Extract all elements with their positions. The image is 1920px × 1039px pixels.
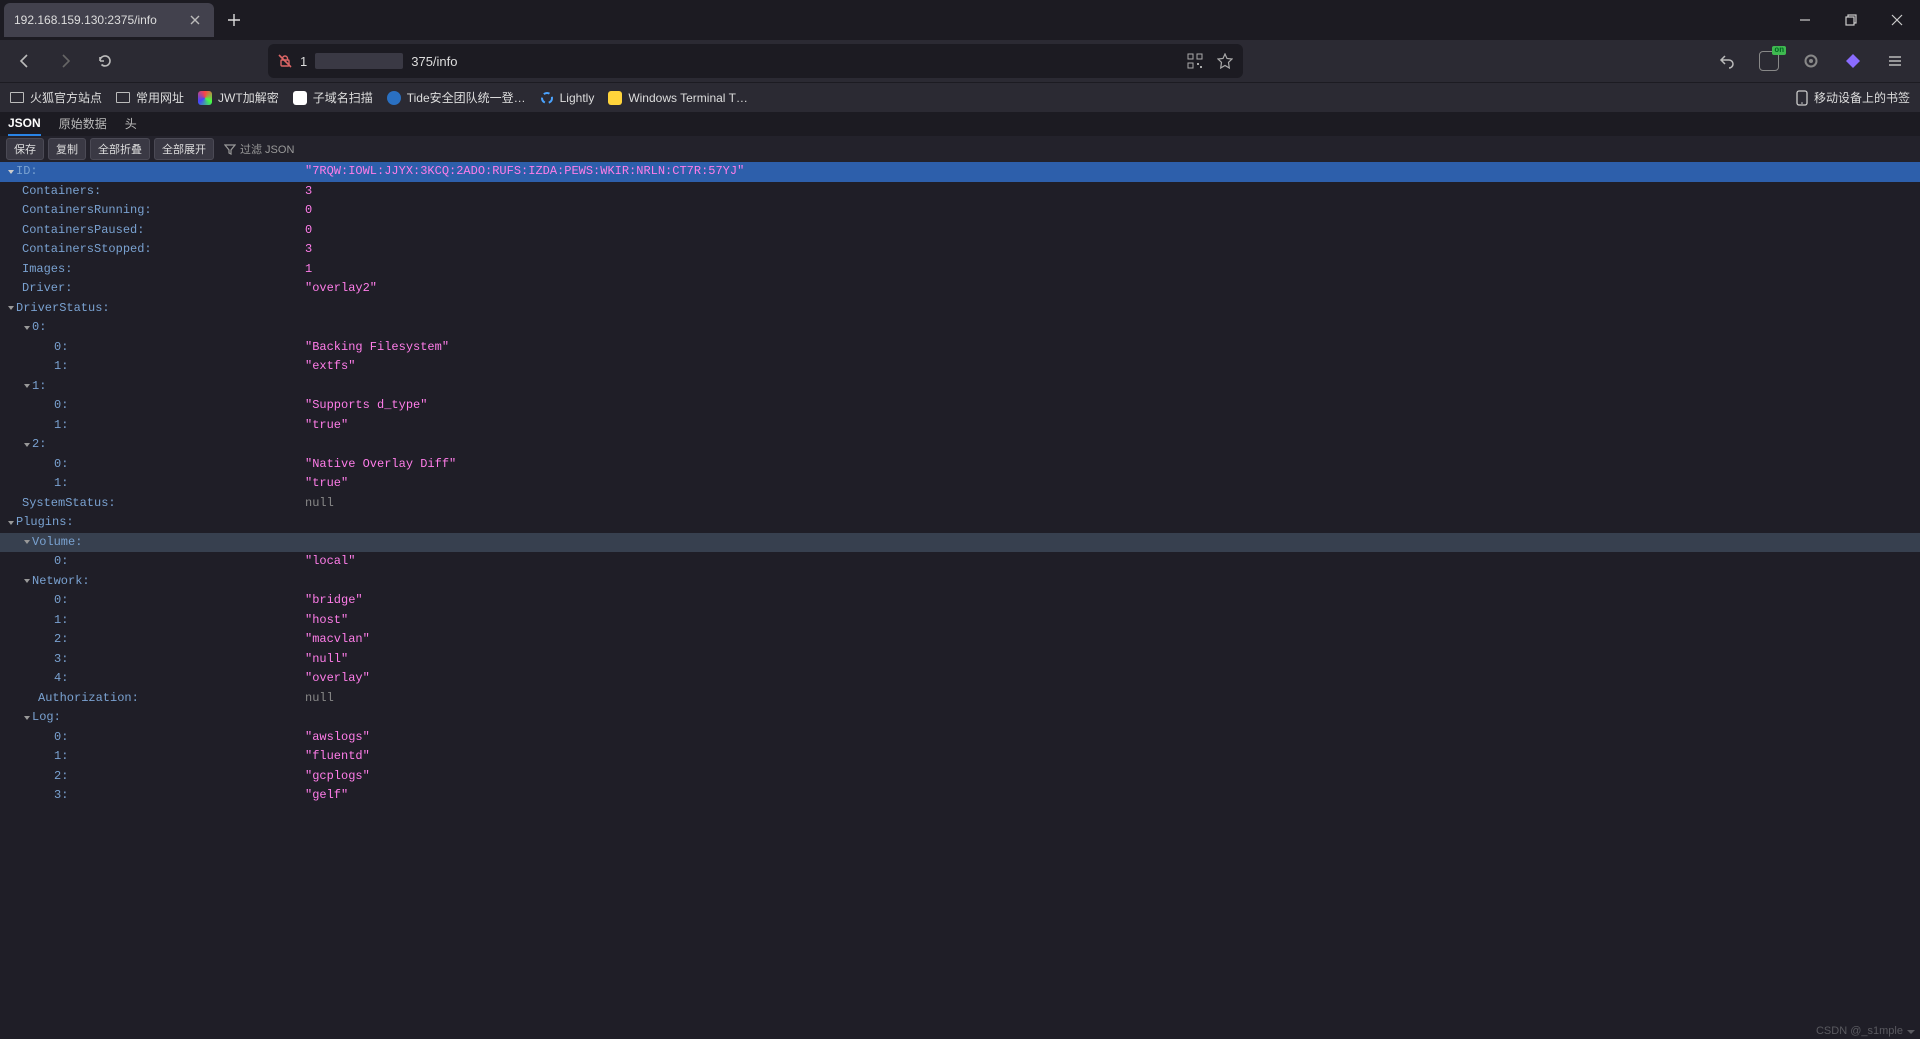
bookmark-item[interactable]: JWT加解密	[198, 89, 279, 106]
tab-raw-data[interactable]: 原始数据	[59, 115, 107, 136]
url-bar[interactable]: 1 375/info	[268, 44, 1243, 78]
back-button[interactable]	[8, 44, 42, 78]
mobile-icon	[1796, 90, 1808, 106]
forward-button[interactable]	[48, 44, 82, 78]
insecure-lock-icon	[278, 54, 292, 68]
json-row[interactable]: 1"host"	[0, 611, 1920, 631]
json-row[interactable]: Images1	[0, 260, 1920, 280]
filter-json[interactable]: 过滤 JSON	[224, 141, 294, 157]
nav-toolbar: 1 375/info	[0, 40, 1920, 82]
json-row[interactable]: 3"null"	[0, 650, 1920, 670]
json-row[interactable]: ContainersRunning0	[0, 201, 1920, 221]
json-row[interactable]: Authorizationnull	[0, 689, 1920, 709]
twisty-icon[interactable]	[22, 441, 32, 449]
json-row[interactable]: 0"local"	[0, 552, 1920, 572]
bookmark-folder[interactable]: 常用网址	[116, 89, 184, 106]
close-icon[interactable]	[186, 11, 204, 29]
twisty-icon[interactable]	[22, 577, 32, 585]
twisty-icon[interactable]	[6, 304, 16, 312]
minimize-icon[interactable]	[1782, 0, 1828, 40]
favicon-icon	[540, 91, 554, 105]
json-row[interactable]: 1"true"	[0, 416, 1920, 436]
json-row[interactable]: 0"Native Overlay Diff"	[0, 455, 1920, 475]
reload-button[interactable]	[88, 44, 122, 78]
bookmark-mobile[interactable]: 移动设备上的书签	[1796, 89, 1910, 106]
url-text-1: 1	[300, 54, 307, 69]
twisty-icon[interactable]	[22, 538, 32, 546]
json-row[interactable]: 0	[0, 318, 1920, 338]
favicon-icon	[198, 91, 212, 105]
close-window-icon[interactable]	[1874, 0, 1920, 40]
qr-code-icon[interactable]	[1187, 53, 1203, 69]
json-row[interactable]: 1"extfs"	[0, 357, 1920, 377]
extension-diamond-icon[interactable]	[1836, 44, 1870, 78]
bookmark-item[interactable]: Windows Terminal T…	[608, 91, 748, 105]
new-tab-button[interactable]	[220, 6, 248, 34]
maximize-icon[interactable]	[1828, 0, 1874, 40]
tab-headers[interactable]: 头	[125, 115, 137, 136]
bookmark-star-icon[interactable]	[1217, 53, 1233, 69]
watermark: CSDN @_s1mple	[1816, 1025, 1916, 1037]
terminal-icon	[608, 91, 622, 105]
json-row[interactable]: DriverStatus	[0, 299, 1920, 319]
tab-json[interactable]: JSON	[8, 116, 41, 136]
url-text-2: 375/info	[411, 54, 457, 69]
browser-tab-active[interactable]: 192.168.159.130:2375/info	[4, 3, 214, 37]
twisty-icon[interactable]	[6, 168, 16, 176]
twisty-icon[interactable]	[22, 324, 32, 332]
folder-icon	[116, 92, 130, 103]
json-row[interactable]: 0"Backing Filesystem"	[0, 338, 1920, 358]
json-row[interactable]: 1"fluentd"	[0, 747, 1920, 767]
json-row[interactable]: 0"Supports d_type"	[0, 396, 1920, 416]
save-button[interactable]: 保存	[6, 138, 44, 160]
json-row[interactable]: Volume	[0, 533, 1920, 553]
json-row[interactable]: ContainersPaused0	[0, 221, 1920, 241]
json-row[interactable]: 2"gcplogs"	[0, 767, 1920, 787]
twisty-icon[interactable]	[22, 382, 32, 390]
title-bar: 192.168.159.130:2375/info	[0, 0, 1920, 40]
tab-strip: 192.168.159.130:2375/info	[0, 3, 248, 37]
json-row[interactable]: Driver"overlay2"	[0, 279, 1920, 299]
json-row[interactable]: Containers3	[0, 182, 1920, 202]
extension-circle-icon[interactable]	[1794, 44, 1828, 78]
json-row[interactable]: 2"macvlan"	[0, 630, 1920, 650]
bookmarks-bar: 火狐官方站点 常用网址 JWT加解密 子域名扫描 Tide安全团队统一登… Li…	[0, 82, 1920, 112]
json-viewer-actions: 保存 复制 全部折叠 全部展开 过滤 JSON	[0, 136, 1920, 162]
bookmark-item[interactable]: Lightly	[540, 91, 595, 105]
twisty-icon[interactable]	[6, 519, 16, 527]
json-row[interactable]: 3"gelf"	[0, 786, 1920, 806]
json-row[interactable]: 4"overlay"	[0, 669, 1920, 689]
json-row[interactable]: Plugins	[0, 513, 1920, 533]
url-redacted	[315, 53, 403, 69]
twisty-icon[interactable]	[22, 714, 32, 722]
extension-toggle-icon[interactable]	[1752, 44, 1786, 78]
bookmark-item[interactable]: 子域名扫描	[293, 89, 373, 106]
json-row[interactable]: 2	[0, 435, 1920, 455]
json-row[interactable]: 1	[0, 377, 1920, 397]
json-row[interactable]: Network	[0, 572, 1920, 592]
json-row[interactable]: ID"7RQW:IOWL:JJYX:3KCQ:2ADO:RUFS:IZDA:PE…	[0, 162, 1920, 182]
json-row[interactable]: 1"true"	[0, 474, 1920, 494]
json-row[interactable]: ContainersStopped3	[0, 240, 1920, 260]
bookmark-folder[interactable]: 火狐官方站点	[10, 89, 102, 106]
bookmark-item[interactable]: Tide安全团队统一登…	[387, 89, 526, 106]
favicon-icon	[293, 91, 307, 105]
shield-icon	[387, 91, 401, 105]
copy-button[interactable]: 复制	[48, 138, 86, 160]
json-row[interactable]: SystemStatusnull	[0, 494, 1920, 514]
folder-icon	[10, 92, 24, 103]
app-menu-icon[interactable]	[1878, 44, 1912, 78]
collapse-all-button[interactable]: 全部折叠	[90, 138, 150, 160]
tab-title: 192.168.159.130:2375/info	[14, 13, 157, 27]
json-row[interactable]: 0"bridge"	[0, 591, 1920, 611]
expand-all-button[interactable]: 全部展开	[154, 138, 214, 160]
json-tree[interactable]: ID"7RQW:IOWL:JJYX:3KCQ:2ADO:RUFS:IZDA:PE…	[0, 162, 1920, 1039]
json-row[interactable]: 0"awslogs"	[0, 728, 1920, 748]
window-controls	[1782, 0, 1920, 40]
undo-icon[interactable]	[1710, 44, 1744, 78]
json-row[interactable]: Log	[0, 708, 1920, 728]
json-viewer-tabs: JSON 原始数据 头	[0, 112, 1920, 136]
